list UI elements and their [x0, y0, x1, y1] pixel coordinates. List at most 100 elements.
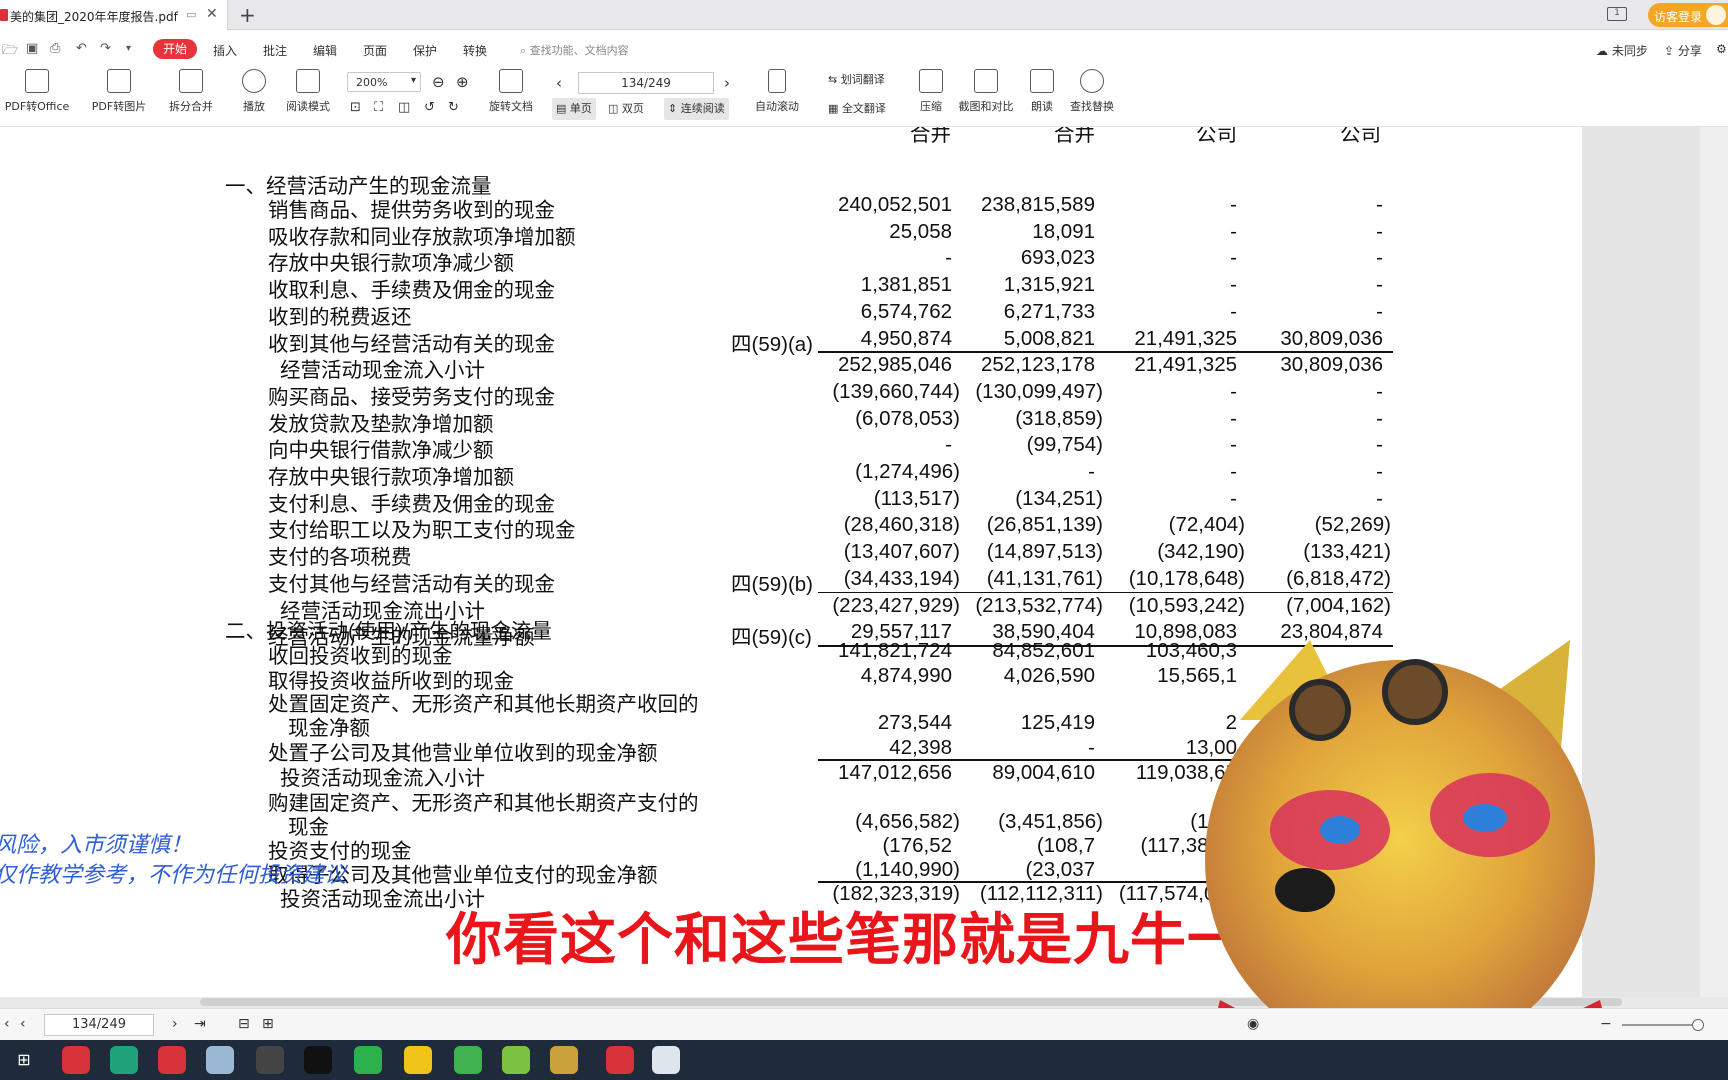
rotate-right-icon[interactable]: ↻: [448, 100, 459, 115]
read-mode-button[interactable]: 阅读模式: [280, 65, 336, 114]
page-number-input[interactable]: 134/249: [578, 72, 714, 94]
right-goggle-shape: [1382, 659, 1448, 725]
app-icon-9[interactable]: [454, 1046, 482, 1074]
sync-status[interactable]: ☁ 未同步: [1596, 42, 1648, 59]
play-button[interactable]: 播放: [236, 65, 272, 114]
wps-pdf-icon[interactable]: [606, 1046, 634, 1074]
row-value: -: [1376, 193, 1383, 216]
read-aloud-button[interactable]: 朗读: [1026, 65, 1058, 114]
read-aloud-label: 朗读: [1031, 100, 1053, 113]
print-icon[interactable]: ⎙: [50, 41, 60, 56]
app-icon-5[interactable]: [256, 1046, 284, 1074]
search-box[interactable]: ⌕ 查找功能、文档内容: [520, 42, 629, 58]
app-icon-4[interactable]: [206, 1046, 234, 1074]
continuous-read-button[interactable]: ⇕ 连续阅读: [664, 98, 729, 120]
status-page-input[interactable]: 134/249: [44, 1014, 154, 1036]
full-translate-button[interactable]: ▦ 全文翻译: [824, 98, 890, 120]
open-folder-icon[interactable]: 🗁: [2, 41, 18, 63]
row-value: 125,419: [1020, 711, 1095, 734]
header-col-2: 合并: [1054, 127, 1095, 146]
undo-icon[interactable]: ↶: [76, 41, 87, 56]
vertical-scrollbar[interactable]: [1700, 127, 1728, 997]
single-page-button[interactable]: ▤ 单页: [552, 98, 596, 120]
fullscreen-icon[interactable]: ⊞: [262, 1016, 274, 1032]
row-value: -: [1230, 246, 1237, 270]
right-eye-shape: [1463, 804, 1507, 832]
close-tab-icon[interactable]: ✕: [206, 6, 218, 22]
find-replace-button[interactable]: 查找替换: [1066, 65, 1118, 114]
menu-annotate[interactable]: 批注: [263, 42, 287, 59]
row-note: 四(59)(b): [731, 572, 814, 596]
split-merge-button[interactable]: 拆分合并: [160, 65, 222, 114]
row-label: 吸收存款和同业存放款项净增加额: [268, 225, 576, 249]
fit-icon[interactable]: ⊟: [238, 1016, 250, 1032]
next-page-status-icon[interactable]: ›: [172, 1016, 178, 1032]
save-icon[interactable]: ▣: [26, 41, 38, 56]
zoom-in-icon[interactable]: ⊕: [456, 73, 469, 91]
pdf-to-office-button[interactable]: PDF转Office: [0, 65, 74, 114]
last-page-icon[interactable]: ⇥: [194, 1016, 206, 1032]
pdf-to-image-button[interactable]: PDF转图片: [88, 65, 150, 114]
rotate-left-icon[interactable]: ↺: [424, 100, 435, 115]
app-icon-1[interactable]: [62, 1046, 90, 1074]
menu-edit[interactable]: 编辑: [313, 42, 337, 59]
document-tab[interactable]: 美的集团_2020年年度报告.pdf ▭ ✕: [0, 0, 228, 30]
fit-width-icon[interactable]: ⛶: [374, 100, 383, 115]
menu-page[interactable]: 页面: [363, 42, 387, 59]
rotate-doc-button[interactable]: 旋转文档: [482, 65, 540, 114]
compress-button[interactable]: 压缩: [914, 65, 948, 114]
double-page-button[interactable]: ◫ 双页: [604, 98, 648, 120]
zoom-slider[interactable]: [1622, 1024, 1702, 1026]
menu-convert[interactable]: 转换: [463, 42, 487, 59]
row-note: 四(59)(c): [731, 626, 812, 650]
status-bar: ‹ ‹ 134/249 › ⇥ ⊟ ⊞ ◉ −: [0, 1008, 1728, 1040]
menu-protect[interactable]: 保护: [413, 42, 437, 59]
zoom-select[interactable]: 200% ▾: [347, 72, 421, 92]
app-icon-10[interactable]: [502, 1046, 530, 1074]
row-value: 252,985,046: [837, 353, 952, 377]
next-page-icon[interactable]: ›: [724, 74, 730, 92]
row-value: 4,026,590: [1003, 664, 1095, 687]
row-value: 1,381,851: [860, 273, 952, 297]
table-rule: [818, 759, 1238, 761]
pin-icon[interactable]: ▭: [186, 8, 196, 21]
app-icon-3[interactable]: [158, 1046, 186, 1074]
redo-icon[interactable]: ↷: [100, 41, 111, 56]
read-mode-label: 阅读模式: [286, 100, 330, 113]
eye-icon[interactable]: ◉: [1247, 1016, 1259, 1032]
app-icon-2[interactable]: [110, 1046, 138, 1074]
zoom-out-icon[interactable]: ⊖: [432, 73, 445, 91]
zoom-slider-thumb[interactable]: [1692, 1019, 1704, 1031]
fit-page-icon[interactable]: ⊡: [350, 100, 361, 115]
zoom-minus-icon[interactable]: −: [1600, 1016, 1612, 1032]
menu-start[interactable]: 开始: [153, 39, 197, 59]
share-button[interactable]: ⇪ 分享: [1664, 42, 1702, 59]
new-tab-button[interactable]: +: [239, 3, 256, 27]
window-layout-icon[interactable]: 1: [1607, 7, 1627, 21]
row-value: (133,421): [1303, 540, 1391, 564]
word-translate-button[interactable]: ⇆ 划词翻译: [824, 69, 889, 91]
app-icon-13[interactable]: [652, 1046, 680, 1074]
first-page-icon[interactable]: ‹: [4, 1016, 10, 1032]
row-value: 84,852,601: [992, 639, 1095, 662]
more-chevron-icon[interactable]: ▾: [126, 43, 131, 54]
row-value: 1,315,921: [1003, 273, 1095, 297]
qq-icon[interactable]: [404, 1046, 432, 1074]
auto-scroll-button[interactable]: 自动滚动: [746, 65, 808, 114]
screenshot-compare-button[interactable]: 截图和对比: [954, 65, 1018, 114]
prev-page-status-icon[interactable]: ‹: [20, 1016, 26, 1032]
task-view-icon[interactable]: ⊞: [10, 1046, 38, 1074]
guest-login-button[interactable]: 访客登录: [1648, 3, 1728, 27]
settings-icon[interactable]: ⚙: [1716, 42, 1727, 56]
cloud-icon: ☁: [1596, 44, 1612, 58]
menu-insert[interactable]: 插入: [213, 42, 237, 59]
app-icon-11[interactable]: [550, 1046, 578, 1074]
zoom-value: 200%: [356, 76, 388, 89]
actual-size-icon[interactable]: ◫: [398, 100, 410, 115]
app-icon-6[interactable]: [304, 1046, 332, 1074]
row-value: -: [1230, 486, 1237, 510]
row-label: 收取利息、手续费及佣金的现金: [268, 279, 555, 303]
prev-page-icon[interactable]: ‹: [556, 74, 562, 92]
row-value: -: [1376, 379, 1383, 403]
wechat-icon[interactable]: [354, 1046, 382, 1074]
